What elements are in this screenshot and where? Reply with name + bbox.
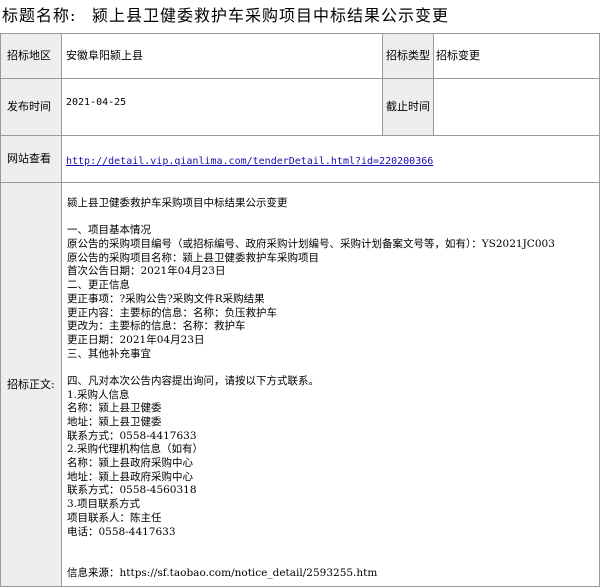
type-label: 招标类型 xyxy=(382,33,434,79)
type-value: 招标变更 xyxy=(433,33,600,79)
source-line: 信息来源：https://sf.taobao.com/notice_detail… xyxy=(67,566,378,579)
region-value: 安徽阜阳颍上县 xyxy=(61,33,383,79)
body-line: 一、项目基本情况 xyxy=(67,224,151,237)
region-label: 招标地区 xyxy=(0,33,62,79)
publish-value: 2021-04-25 xyxy=(61,78,383,136)
publish-label: 发布时间 xyxy=(0,78,62,136)
body-line: 电话：0558-4417633 xyxy=(67,525,176,538)
body-line: 二、更正信息 xyxy=(67,279,130,292)
tender-detail-link[interactable]: http://detail.vip.qianlima.com/tenderDet… xyxy=(66,156,433,167)
body-line: 原公告的采购项目编号（或招标编号、政府采购计划编号、采购计划备案文号等，如有）：… xyxy=(67,238,555,251)
body-line: 联系方式：0558-4417633 xyxy=(67,429,197,442)
url-label: 网站查看 xyxy=(0,135,62,183)
deadline-label: 截止时间 xyxy=(382,78,434,136)
body-line: 名称：颍上县卫健委 xyxy=(67,402,162,415)
body-line: 3.项目联系方式 xyxy=(67,498,141,511)
body-line: 更正事项：?采购公告?采购文件R采购结果 xyxy=(67,292,265,305)
title-label: 标题名称: xyxy=(2,6,77,25)
body-line: 首次公告日期：2021年04月23日 xyxy=(67,265,226,278)
body-line: 更正日期：2021年04月23日 xyxy=(67,333,205,346)
body-line: 更正内容：主要标的信息：名称：负压救护车 xyxy=(67,306,277,319)
body-line: 名称：颍上县政府采购中心 xyxy=(67,457,193,470)
body-line: 原公告的采购项目名称：颍上县卫健委救护车采购项目 xyxy=(67,251,319,264)
page-title: 颍上县卫健委救护车采购项目中标结果公示变更 xyxy=(92,6,450,25)
body-line: 地址：颍上县政府采购中心 xyxy=(67,470,193,483)
body-line: 联系方式：0558-4560318 xyxy=(67,484,197,497)
body-heading: 颍上县卫健委救护车采购项目中标结果公示变更 xyxy=(67,197,288,209)
body-content: 颍上县卫健委救护车采购项目中标结果公示变更 一、项目基本情况 原公告的采购项目编… xyxy=(61,182,600,587)
deadline-value xyxy=(433,78,600,136)
title-bar: 标题名称: 颍上县卫健委救护车采购项目中标结果公示变更 xyxy=(0,0,600,28)
body-line: 2.采购代理机构信息（如有） xyxy=(67,443,204,456)
body-line: 1.采购人信息 xyxy=(67,388,130,401)
body-line: 地址：颍上县卫健委 xyxy=(67,416,162,428)
body-line: 四、凡对本次公告内容提出询问，请按以下方式联系。 xyxy=(67,374,319,387)
info-table: 招标地区 安徽阜阳颍上县 招标类型 招标变更 发布时间 2021-04-25 截… xyxy=(0,33,600,587)
body-line: 更改为：主要标的信息：名称：救护车 xyxy=(67,320,246,333)
body-label: 招标正文: xyxy=(0,182,62,587)
body-line: 项目联系人：陈主任 xyxy=(67,511,162,524)
body-line: 三、其他补充事宜 xyxy=(67,347,151,360)
url-cell: http://detail.vip.qianlima.com/tenderDet… xyxy=(61,135,600,183)
